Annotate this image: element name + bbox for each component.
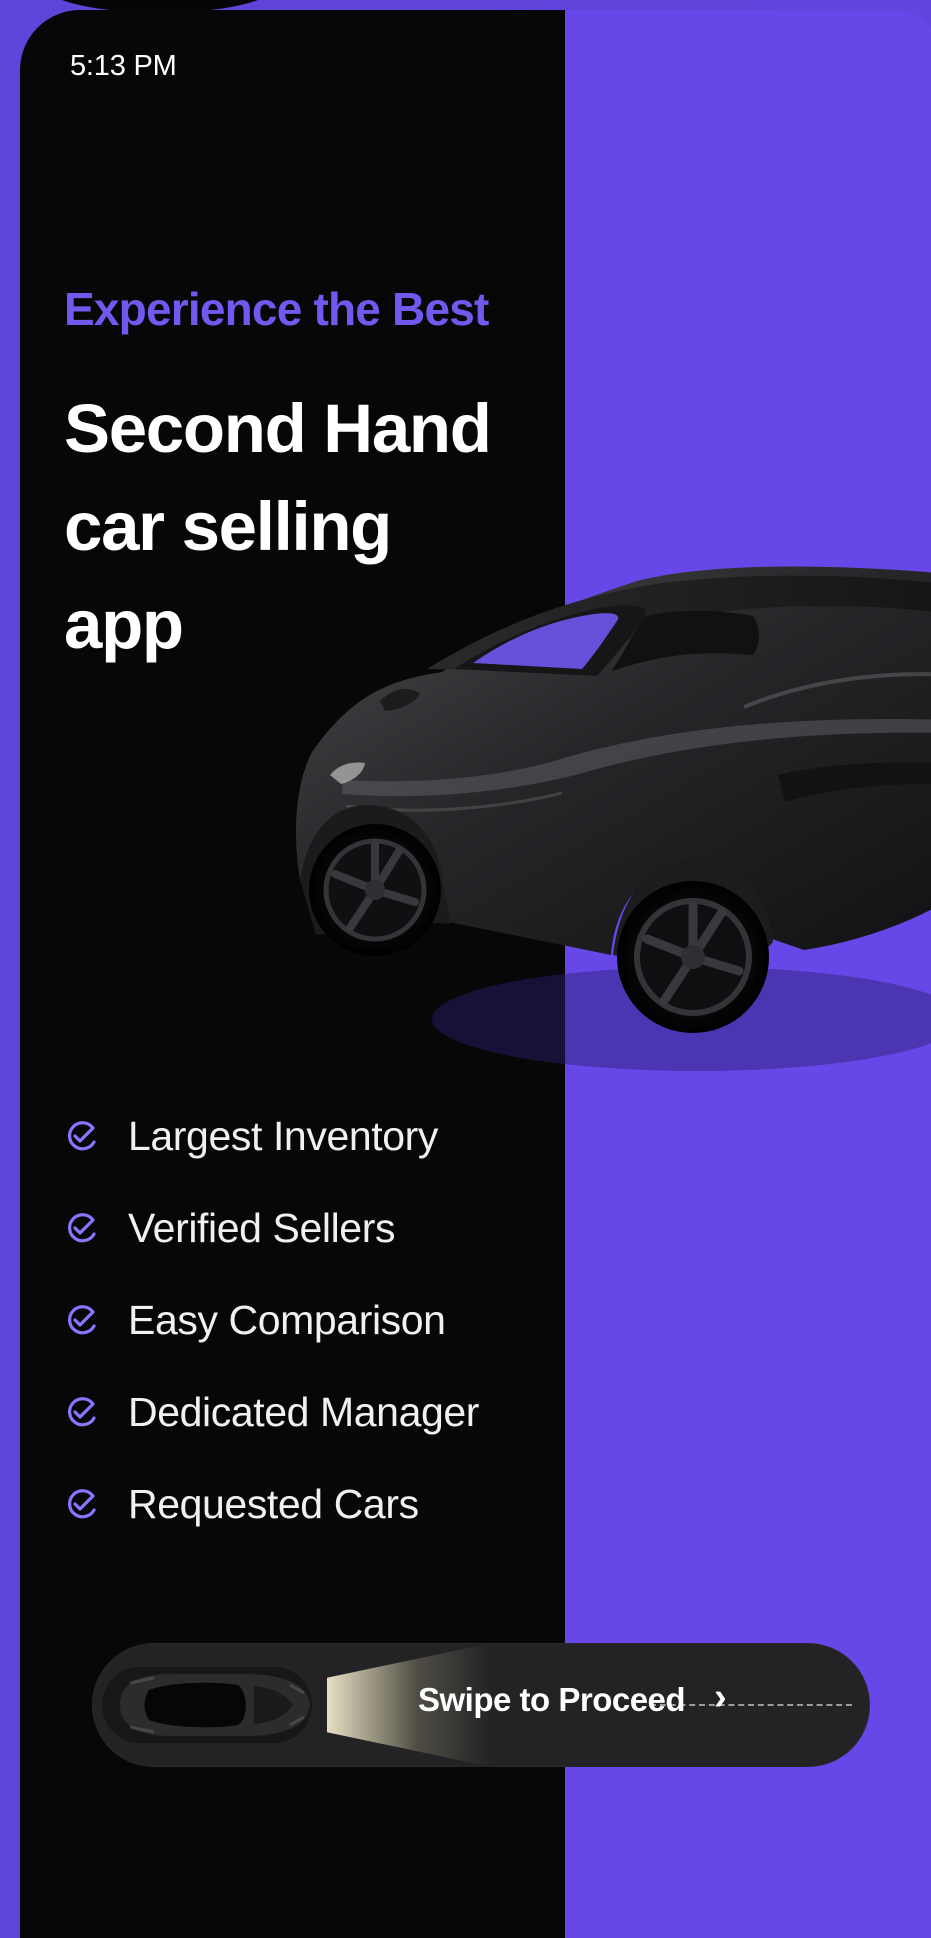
feature-label: Verified Sellers (128, 1204, 396, 1251)
app-stage: 5:13 PM Experience the Best Second Hand … (0, 0, 931, 1938)
check-circle-icon (67, 1213, 96, 1243)
car-slider-icon[interactable] (92, 1643, 342, 1767)
swipe-to-proceed-button[interactable]: Swipe to Proceed › (92, 1643, 870, 1767)
check-circle-icon (67, 1121, 96, 1151)
onboarding-screen: 5:13 PM Experience the Best Second Hand … (20, 10, 931, 1938)
feature-label: Easy Comparison (128, 1296, 446, 1343)
feature-list: Largest Inventory Verified Sellers Easy … (62, 1090, 532, 1550)
feature-label: Largest Inventory (128, 1112, 438, 1159)
feature-item: Dedicated Manager (62, 1366, 532, 1458)
check-circle-icon (67, 1489, 96, 1519)
hero-eyebrow: Experience the Best (64, 283, 489, 335)
feature-label: Dedicated Manager (128, 1388, 480, 1435)
feature-item: Largest Inventory (62, 1090, 532, 1182)
feature-label: Requested Cars (128, 1480, 419, 1527)
status-time: 5:13 PM (70, 50, 177, 82)
swipe-label[interactable]: Swipe to Proceed (418, 1681, 686, 1719)
feature-item: Verified Sellers (62, 1182, 532, 1274)
feature-item: Easy Comparison (62, 1274, 532, 1366)
feature-item: Requested Cars (62, 1458, 532, 1550)
check-circle-icon (67, 1305, 96, 1335)
chevron-right-icon[interactable]: › (714, 1676, 727, 1719)
check-circle-icon (67, 1397, 96, 1427)
sports-car-image (292, 545, 931, 1085)
